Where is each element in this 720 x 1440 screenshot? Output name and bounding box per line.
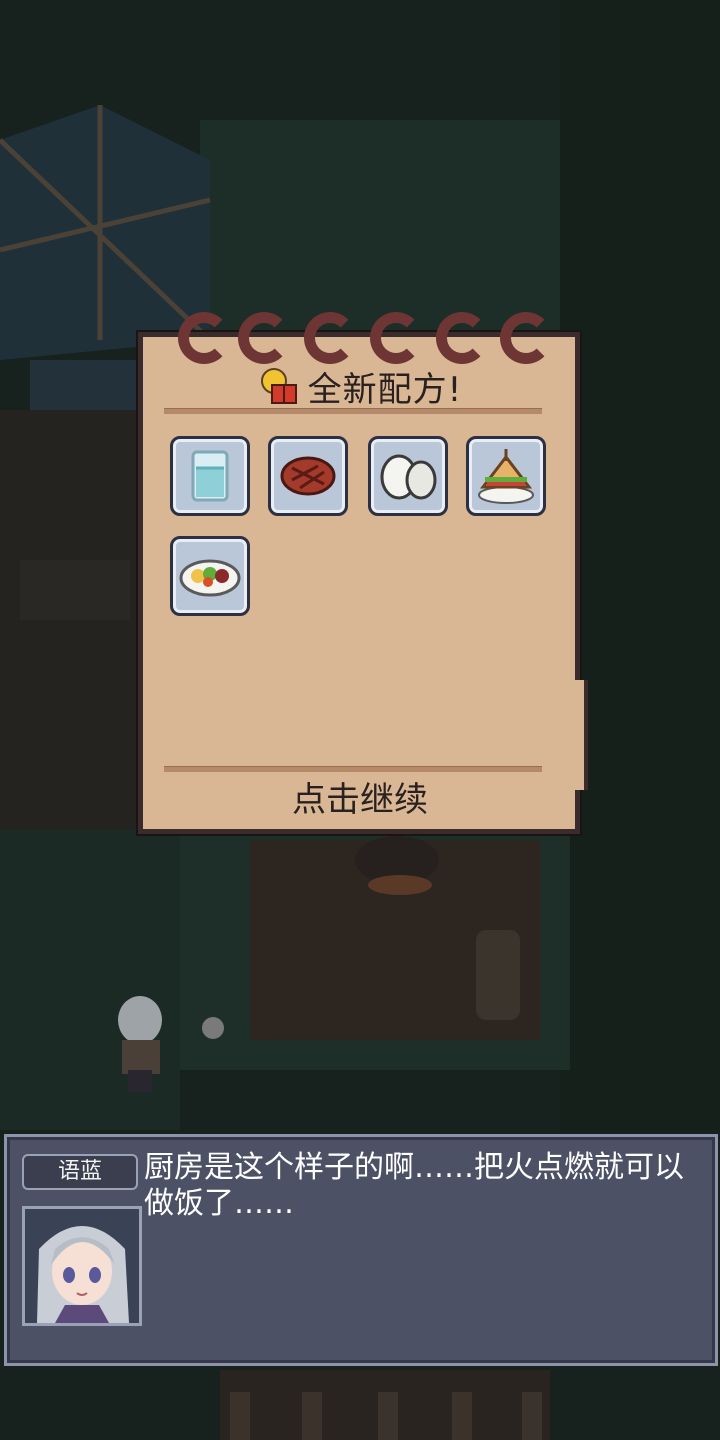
- title-divider: [164, 408, 542, 414]
- recipe-slot-water[interactable]: [170, 436, 250, 516]
- recipe-slot-steak[interactable]: [268, 436, 348, 516]
- recipe-slot-salad-bowl[interactable]: [170, 536, 250, 616]
- recipe-slot-eggs[interactable]: [368, 436, 448, 516]
- notebook-ring: [238, 312, 290, 364]
- notebook-ring: [436, 312, 488, 364]
- water-glass-icon: [191, 450, 229, 502]
- notebook-ring: [178, 312, 230, 364]
- sandwich-icon: [478, 449, 534, 504]
- speaker-portrait: [22, 1206, 142, 1326]
- notebook-ring: [304, 312, 356, 364]
- notebook-ring: [370, 312, 422, 364]
- popup-title: 全新配方!: [307, 370, 463, 410]
- recipe-slot-sandwich[interactable]: [466, 436, 546, 516]
- tap-to-continue-button[interactable]: 点击继续: [0, 772, 720, 821]
- steak-icon: [280, 456, 336, 496]
- salad-bowl-icon: [179, 559, 241, 597]
- recipe-book-icon: [258, 367, 300, 407]
- notebook-ring: [500, 312, 552, 364]
- dialog-text: 厨房是这个样子的啊……把火点燃就可以做饭了……: [144, 1150, 684, 1221]
- eggs-icon: [380, 454, 437, 500]
- speaker-name-tag: 语蓝: [22, 1154, 138, 1190]
